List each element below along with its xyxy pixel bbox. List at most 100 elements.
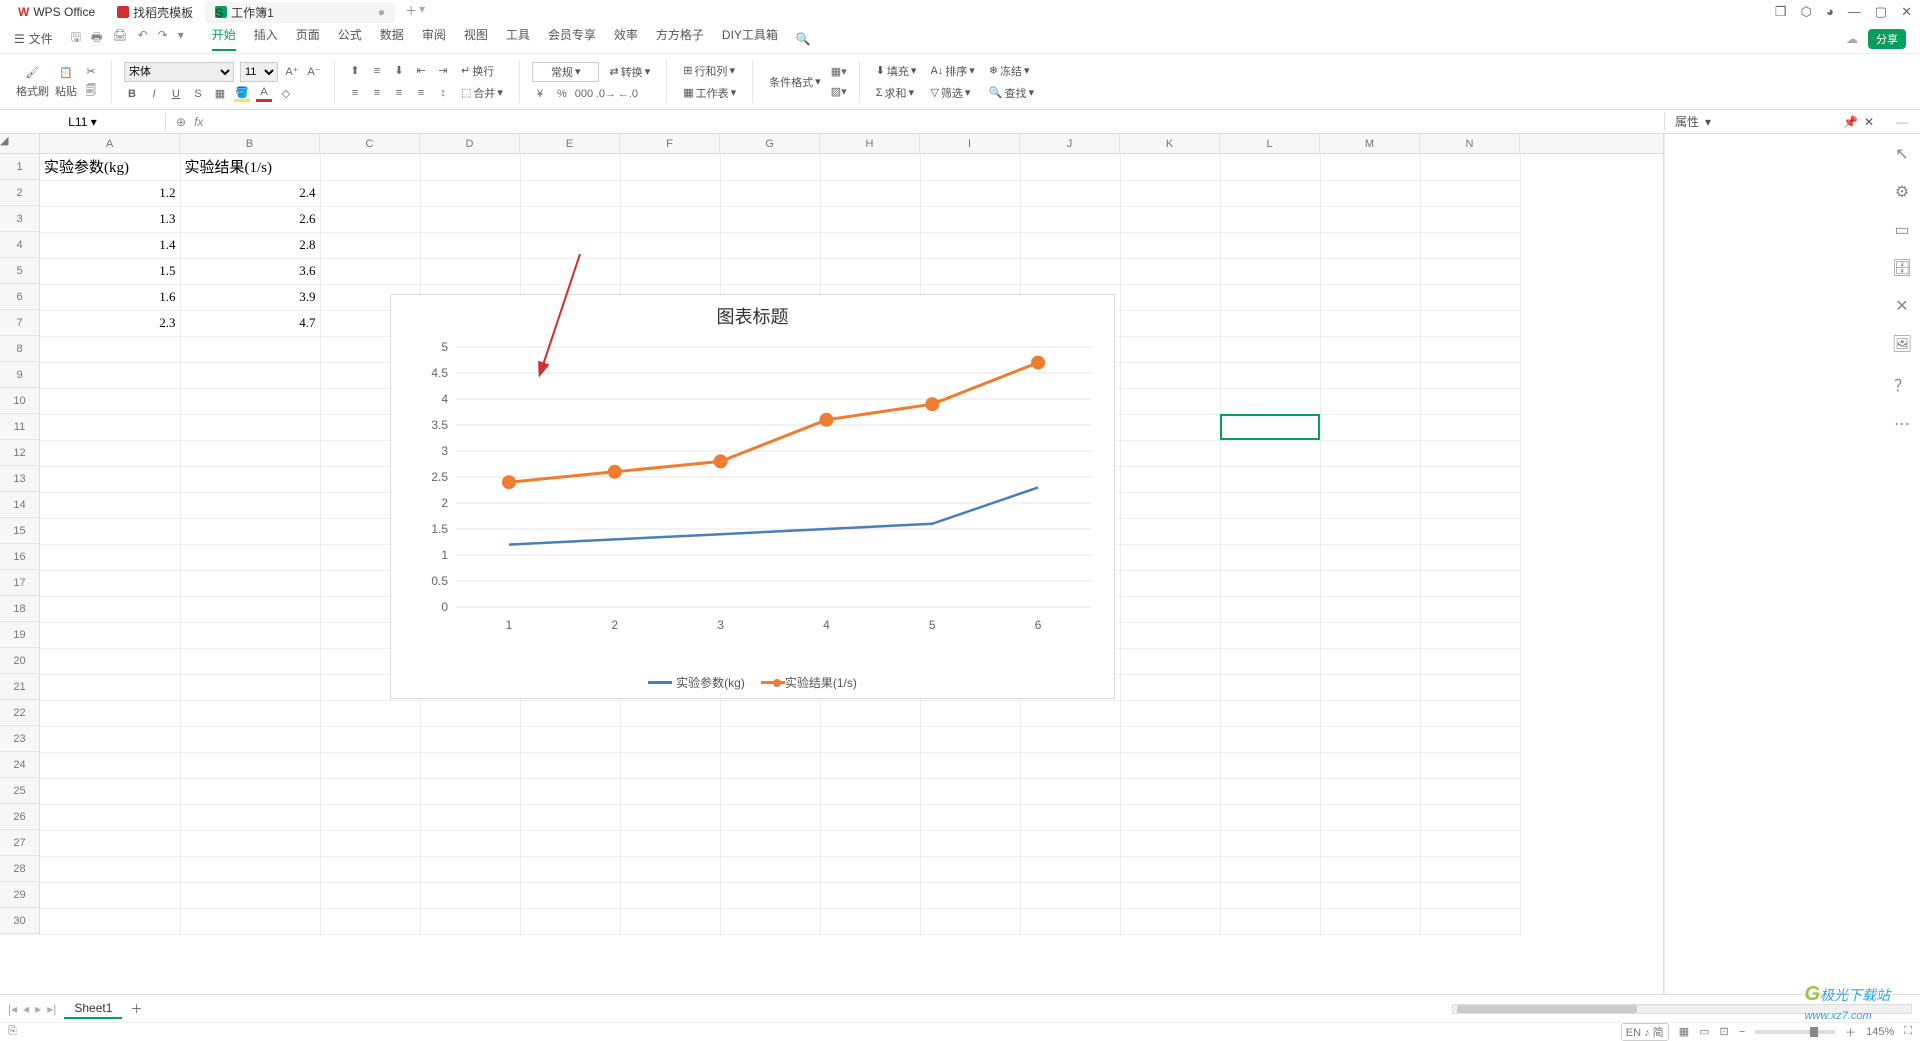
orientation-icon[interactable]: ↕ bbox=[435, 85, 451, 101]
cell[interactable] bbox=[420, 830, 520, 856]
cell[interactable] bbox=[720, 154, 820, 180]
cell[interactable]: 2.3 bbox=[40, 310, 180, 336]
cell[interactable] bbox=[40, 518, 180, 544]
cell[interactable] bbox=[40, 362, 180, 388]
cell[interactable] bbox=[1320, 856, 1420, 882]
cell[interactable] bbox=[40, 830, 180, 856]
cell[interactable] bbox=[1320, 778, 1420, 804]
input-language-indicator[interactable]: EN ♪ 简 bbox=[1621, 1023, 1669, 1041]
cell[interactable] bbox=[1420, 492, 1520, 518]
cell[interactable] bbox=[420, 856, 520, 882]
cell[interactable] bbox=[1220, 206, 1320, 232]
cell[interactable] bbox=[1120, 310, 1220, 336]
undo-icon[interactable]: ↶ bbox=[138, 28, 148, 49]
cell[interactable] bbox=[820, 856, 920, 882]
cell[interactable] bbox=[1420, 804, 1520, 830]
cell[interactable] bbox=[1320, 310, 1420, 336]
cell[interactable] bbox=[40, 648, 180, 674]
row-header[interactable]: 13 bbox=[0, 466, 39, 492]
next-sheet-icon[interactable]: ▸ bbox=[35, 1002, 41, 1016]
row-header[interactable]: 7 bbox=[0, 310, 39, 336]
window-close-button[interactable]: ✕ bbox=[1901, 4, 1912, 20]
cell[interactable] bbox=[720, 908, 820, 934]
cell[interactable] bbox=[1320, 804, 1420, 830]
cell[interactable] bbox=[1220, 518, 1320, 544]
cell[interactable] bbox=[1120, 232, 1220, 258]
increase-font-icon[interactable]: A⁺ bbox=[284, 64, 300, 80]
cell[interactable] bbox=[1420, 232, 1520, 258]
cell[interactable] bbox=[920, 882, 1020, 908]
cell[interactable] bbox=[1420, 830, 1520, 856]
cell[interactable] bbox=[620, 830, 720, 856]
cell[interactable] bbox=[1120, 856, 1220, 882]
cell[interactable] bbox=[1220, 414, 1320, 440]
cell[interactable] bbox=[40, 570, 180, 596]
format-brush-button[interactable]: 🖌格式刷 bbox=[16, 65, 49, 99]
image-icon[interactable]: 🖼 bbox=[1892, 334, 1912, 354]
cell[interactable] bbox=[520, 856, 620, 882]
cell[interactable] bbox=[1320, 284, 1420, 310]
col-header[interactable]: E bbox=[520, 134, 620, 153]
ribbon-tab-10[interactable]: 方方格子 bbox=[656, 26, 704, 51]
embedded-chart[interactable]: 图表标题 00.511.522.533.544.55123456 实验参数(kg… bbox=[390, 294, 1115, 699]
cell[interactable] bbox=[1220, 908, 1320, 934]
cell[interactable] bbox=[1420, 414, 1520, 440]
cell[interactable] bbox=[420, 804, 520, 830]
cell[interactable] bbox=[180, 466, 320, 492]
cell[interactable] bbox=[1120, 518, 1220, 544]
cell[interactable] bbox=[1420, 908, 1520, 934]
cell[interactable] bbox=[1420, 752, 1520, 778]
cell[interactable] bbox=[1120, 726, 1220, 752]
print-icon[interactable]: 🖶 bbox=[91, 28, 102, 49]
cell[interactable] bbox=[520, 830, 620, 856]
cell[interactable] bbox=[1220, 830, 1320, 856]
cell[interactable] bbox=[1220, 674, 1320, 700]
cell[interactable] bbox=[420, 232, 520, 258]
row-header[interactable]: 11 bbox=[0, 414, 39, 440]
legend-entry[interactable]: 实验结果(1/s) bbox=[761, 674, 857, 691]
cloud-icon[interactable]: ☁ bbox=[1846, 32, 1858, 46]
cell[interactable] bbox=[1320, 414, 1420, 440]
backup-icon[interactable]: 🗄 bbox=[1892, 258, 1912, 278]
cell[interactable] bbox=[520, 206, 620, 232]
print-preview-icon[interactable]: 🖨 bbox=[112, 28, 127, 49]
cell[interactable] bbox=[720, 232, 820, 258]
col-header[interactable]: M bbox=[1320, 134, 1420, 153]
cell[interactable] bbox=[1120, 466, 1220, 492]
cell[interactable] bbox=[620, 180, 720, 206]
decimal-increase-icon[interactable]: .0→ bbox=[598, 86, 614, 102]
col-header[interactable]: D bbox=[420, 134, 520, 153]
cell[interactable] bbox=[320, 154, 420, 180]
cell[interactable] bbox=[920, 830, 1020, 856]
cell[interactable] bbox=[1120, 778, 1220, 804]
clear-format-icon[interactable]: ◇ bbox=[278, 86, 294, 102]
cell[interactable] bbox=[620, 206, 720, 232]
cell[interactable] bbox=[420, 154, 520, 180]
row-header[interactable]: 1 bbox=[0, 154, 39, 180]
conditional-format-button[interactable]: 条件格式▾ bbox=[765, 73, 825, 91]
cell[interactable] bbox=[40, 492, 180, 518]
comma-icon[interactable]: 000 bbox=[576, 86, 592, 102]
cell[interactable] bbox=[420, 908, 520, 934]
cell[interactable] bbox=[320, 726, 420, 752]
cell[interactable] bbox=[1420, 570, 1520, 596]
view-reading-icon[interactable]: ⊡ bbox=[1720, 1025, 1729, 1038]
cell[interactable] bbox=[920, 752, 1020, 778]
cell[interactable] bbox=[180, 544, 320, 570]
cell[interactable] bbox=[1120, 180, 1220, 206]
cell[interactable] bbox=[1020, 206, 1120, 232]
cell[interactable] bbox=[1120, 752, 1220, 778]
cell[interactable] bbox=[1120, 804, 1220, 830]
cell[interactable] bbox=[1220, 440, 1320, 466]
row-header[interactable]: 23 bbox=[0, 726, 39, 752]
number-format-select[interactable]: 常规▾ bbox=[532, 62, 600, 82]
cell[interactable] bbox=[520, 804, 620, 830]
cell[interactable] bbox=[520, 752, 620, 778]
cell[interactable] bbox=[1120, 622, 1220, 648]
cell[interactable] bbox=[1420, 726, 1520, 752]
cell[interactable] bbox=[180, 830, 320, 856]
cell[interactable] bbox=[180, 778, 320, 804]
cell[interactable] bbox=[320, 206, 420, 232]
row-header[interactable]: 25 bbox=[0, 778, 39, 804]
first-sheet-icon[interactable]: |◂ bbox=[8, 1002, 17, 1016]
